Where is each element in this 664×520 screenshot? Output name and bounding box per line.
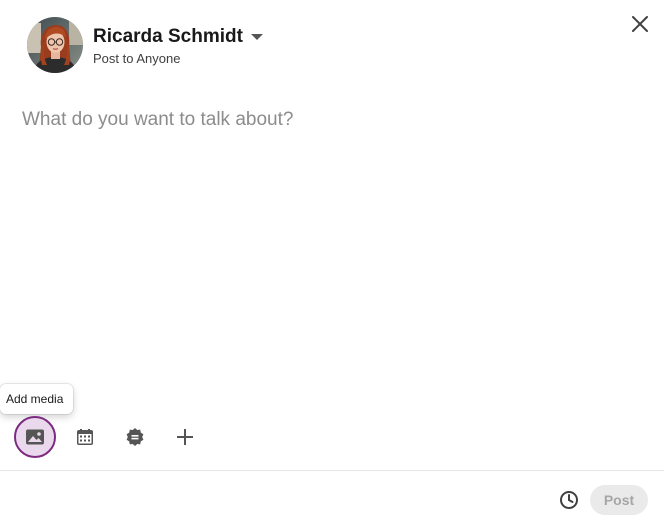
post-toolbar <box>14 416 214 458</box>
close-button[interactable] <box>624 8 656 40</box>
create-event-button[interactable] <box>64 416 106 458</box>
calendar-icon <box>77 429 93 445</box>
plus-icon <box>177 429 193 445</box>
author-name-row: Ricarda Schmidt <box>93 25 263 49</box>
add-media-tooltip: Add media <box>0 384 74 414</box>
avatar <box>27 17 83 73</box>
close-icon <box>632 16 648 32</box>
footer-divider <box>0 470 664 471</box>
author-selector[interactable]: Ricarda Schmidt Post to Anyone <box>27 17 263 73</box>
add-media-button[interactable] <box>14 416 56 458</box>
avatar-image <box>27 17 83 73</box>
celebrate-button[interactable] <box>114 416 156 458</box>
post-text-editor[interactable]: What do you want to talk about? <box>22 106 642 376</box>
clock-icon <box>560 491 578 509</box>
schedule-post-button[interactable] <box>556 487 582 513</box>
share-post-dialog: Ricarda Schmidt Post to Anyone What do y… <box>0 0 664 520</box>
tooltip-text: Add media <box>6 392 64 406</box>
post-button[interactable]: Post <box>590 485 648 515</box>
badge-icon <box>126 428 144 446</box>
caret-down-icon <box>250 34 263 40</box>
more-button[interactable] <box>164 416 206 458</box>
image-icon <box>26 429 44 445</box>
author-info: Ricarda Schmidt Post to Anyone <box>93 25 263 66</box>
post-visibility: Post to Anyone <box>93 50 181 66</box>
editor-placeholder: What do you want to talk about? <box>22 109 294 130</box>
author-name: Ricarda Schmidt <box>93 25 243 47</box>
